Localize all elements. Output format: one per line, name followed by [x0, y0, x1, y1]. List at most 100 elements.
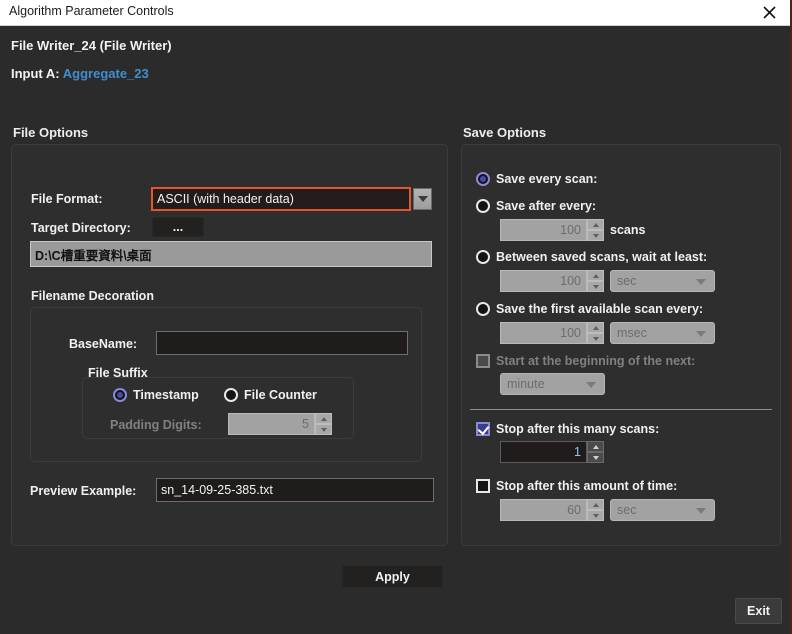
target-directory-path-value: D:\C槽重要資料\桌面	[35, 248, 152, 263]
first-available-unit-combo[interactable]: msec	[610, 322, 715, 344]
chevron-down-icon	[696, 331, 706, 337]
save-options-separator	[470, 409, 772, 410]
wait-at-least-spinner[interactable]: 100	[500, 270, 604, 292]
padding-digits-increment[interactable]	[315, 413, 332, 424]
first-available-value: 100	[500, 322, 587, 344]
stop-after-scans-label: Stop after this many scans:	[496, 422, 660, 436]
stop-after-scans-value: 1	[500, 441, 587, 463]
file-options-caption: File Options	[13, 125, 89, 140]
first-available-spinner[interactable]: 100	[500, 322, 604, 344]
input-source-link[interactable]: Aggregate_23	[63, 66, 149, 81]
stop-after-scans-spinner-buttons[interactable]	[587, 441, 604, 463]
first-available-radio[interactable]	[476, 302, 490, 316]
caret-up-icon	[592, 222, 599, 227]
start-at-beginning-unit-combo[interactable]: minute	[500, 373, 605, 395]
chevron-down-icon	[417, 196, 428, 202]
preview-example-label: Preview Example:	[30, 484, 137, 498]
padding-digits-decrement[interactable]	[315, 424, 332, 435]
stop-after-time-increment[interactable]	[587, 499, 604, 510]
caret-down-icon	[592, 233, 599, 238]
exit-button[interactable]: Exit	[735, 598, 782, 624]
close-icon[interactable]	[746, 0, 790, 25]
stop-after-time-checkbox[interactable]	[476, 479, 490, 493]
padding-digits-label: Padding Digits:	[110, 418, 202, 432]
padding-digits-spinner[interactable]: 5	[228, 413, 332, 435]
preview-example-value-field: sn_14-09-25-385.txt	[156, 478, 434, 502]
node-title: File Writer_24 (File Writer)	[11, 38, 172, 53]
stop-after-scans-checkbox[interactable]	[476, 422, 490, 436]
caret-down-icon	[592, 455, 599, 460]
chevron-down-icon	[696, 508, 706, 514]
browse-directory-button[interactable]: ...	[152, 217, 204, 237]
save-options-caption: Save Options	[463, 125, 547, 140]
first-available-unit-value: msec	[617, 326, 647, 340]
stop-after-time-unit-combo[interactable]: sec	[610, 499, 715, 521]
save-every-scan-radio[interactable]	[476, 172, 490, 186]
file-format-value: ASCII (with header data)	[157, 192, 294, 206]
wait-at-least-decrement[interactable]	[587, 281, 604, 292]
save-after-every-spinner[interactable]: 100	[500, 219, 604, 241]
save-after-every-spinner-buttons[interactable]	[587, 219, 604, 241]
first-available-spinner-buttons[interactable]	[587, 322, 604, 344]
suffix-timestamp-label: Timestamp	[133, 388, 199, 402]
filename-decoration-caption: Filename Decoration	[31, 289, 154, 303]
save-after-every-decrement[interactable]	[587, 230, 604, 241]
wait-at-least-spinner-buttons[interactable]	[587, 270, 604, 292]
wait-at-least-value: 100	[500, 270, 587, 292]
caret-down-icon	[320, 427, 327, 432]
stop-after-time-spinner-buttons[interactable]	[587, 499, 604, 521]
wait-at-least-increment[interactable]	[587, 270, 604, 281]
file-format-combo[interactable]: ASCII (with header data)	[151, 187, 411, 211]
stop-after-time-value: 60	[500, 499, 587, 521]
padding-digits-value: 5	[228, 413, 315, 435]
caret-up-icon	[592, 502, 599, 507]
stop-after-time-label: Stop after this amount of time:	[496, 479, 678, 493]
file-format-label: File Format:	[31, 192, 103, 206]
start-at-beginning-checkbox[interactable]	[476, 354, 490, 368]
file-format-dropdown-arrow[interactable]	[413, 188, 432, 210]
save-after-every-label: Save after every:	[496, 199, 597, 213]
target-directory-path[interactable]: D:\C槽重要資料\桌面	[30, 241, 432, 267]
caret-up-icon	[592, 325, 599, 330]
first-available-label: Save the first available scan every:	[496, 302, 704, 316]
stop-after-time-spinner[interactable]: 60	[500, 499, 604, 521]
caret-down-icon	[592, 284, 599, 289]
stop-after-time-unit-value: sec	[617, 503, 637, 517]
wait-at-least-radio[interactable]	[476, 250, 490, 264]
save-after-every-unit-label: scans	[610, 223, 646, 237]
chevron-down-icon	[586, 382, 596, 388]
start-at-beginning-unit-value: minute	[507, 377, 545, 391]
caret-up-icon	[592, 273, 599, 278]
suffix-timestamp-radio[interactable]	[113, 388, 127, 402]
caret-up-icon	[592, 444, 599, 449]
save-every-scan-label: Save every scan:	[496, 172, 598, 186]
first-available-decrement[interactable]	[587, 333, 604, 344]
stop-after-time-decrement[interactable]	[587, 510, 604, 521]
start-at-beginning-label: Start at the beginning of the next:	[496, 354, 696, 368]
basename-input[interactable]	[156, 331, 408, 355]
titlebar: Algorithm Parameter Controls	[0, 0, 790, 26]
wait-at-least-unit-combo[interactable]: sec	[610, 270, 715, 292]
basename-label: BaseName:	[69, 337, 138, 351]
wait-at-least-label: Between saved scans, wait at least:	[496, 250, 708, 264]
wait-at-least-unit-value: sec	[617, 274, 637, 288]
caret-down-icon	[592, 513, 599, 518]
chevron-down-icon	[696, 279, 706, 285]
suffix-file-counter-label: File Counter	[244, 388, 317, 402]
save-after-every-increment[interactable]	[587, 219, 604, 230]
first-available-increment[interactable]	[587, 322, 604, 333]
preview-example-value: sn_14-09-25-385.txt	[161, 483, 273, 497]
save-after-every-radio[interactable]	[476, 199, 490, 213]
stop-after-scans-spinner[interactable]: 1	[500, 441, 604, 463]
padding-digits-spinner-buttons[interactable]	[315, 413, 332, 435]
stop-after-scans-decrement[interactable]	[587, 452, 604, 463]
apply-button[interactable]: Apply	[342, 565, 443, 588]
suffix-file-counter-radio[interactable]	[224, 388, 238, 402]
caret-up-icon	[320, 416, 327, 421]
save-after-every-value: 100	[500, 219, 587, 241]
stop-after-scans-increment[interactable]	[587, 441, 604, 452]
window-title: Algorithm Parameter Controls	[9, 4, 174, 18]
input-label: Input A:	[11, 66, 60, 81]
algorithm-parameter-controls-window: Algorithm Parameter Controls File Writer…	[0, 0, 792, 634]
target-directory-label: Target Directory:	[31, 221, 131, 235]
